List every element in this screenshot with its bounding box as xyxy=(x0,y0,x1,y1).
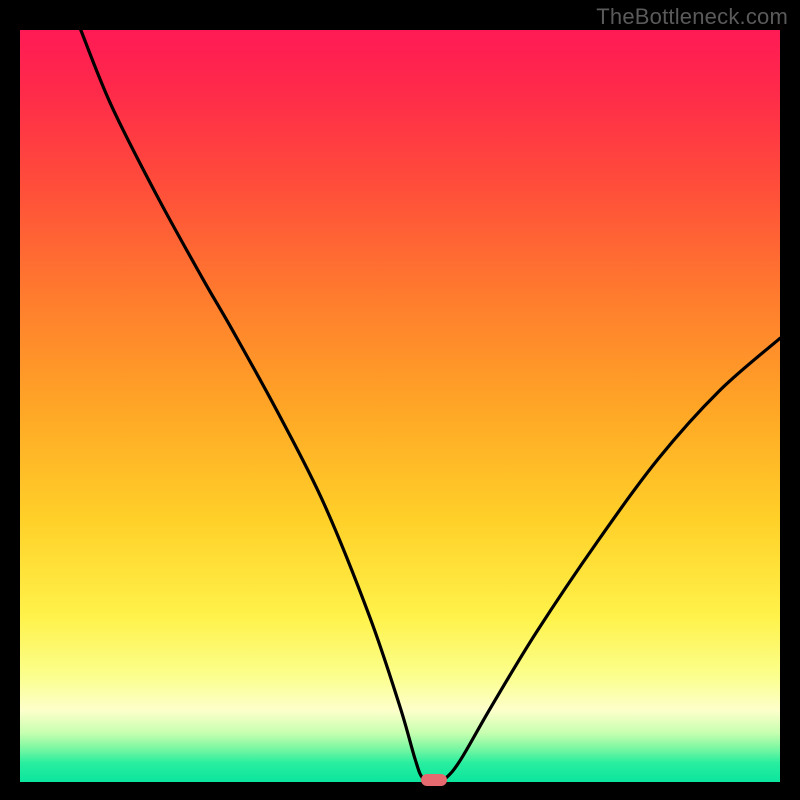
plot-area xyxy=(20,30,780,782)
watermark-text: TheBottleneck.com xyxy=(596,4,788,30)
chart-stage: TheBottleneck.com xyxy=(0,0,800,800)
gradient-background xyxy=(20,30,780,782)
plot-svg xyxy=(20,30,780,782)
minimum-marker xyxy=(421,774,447,786)
